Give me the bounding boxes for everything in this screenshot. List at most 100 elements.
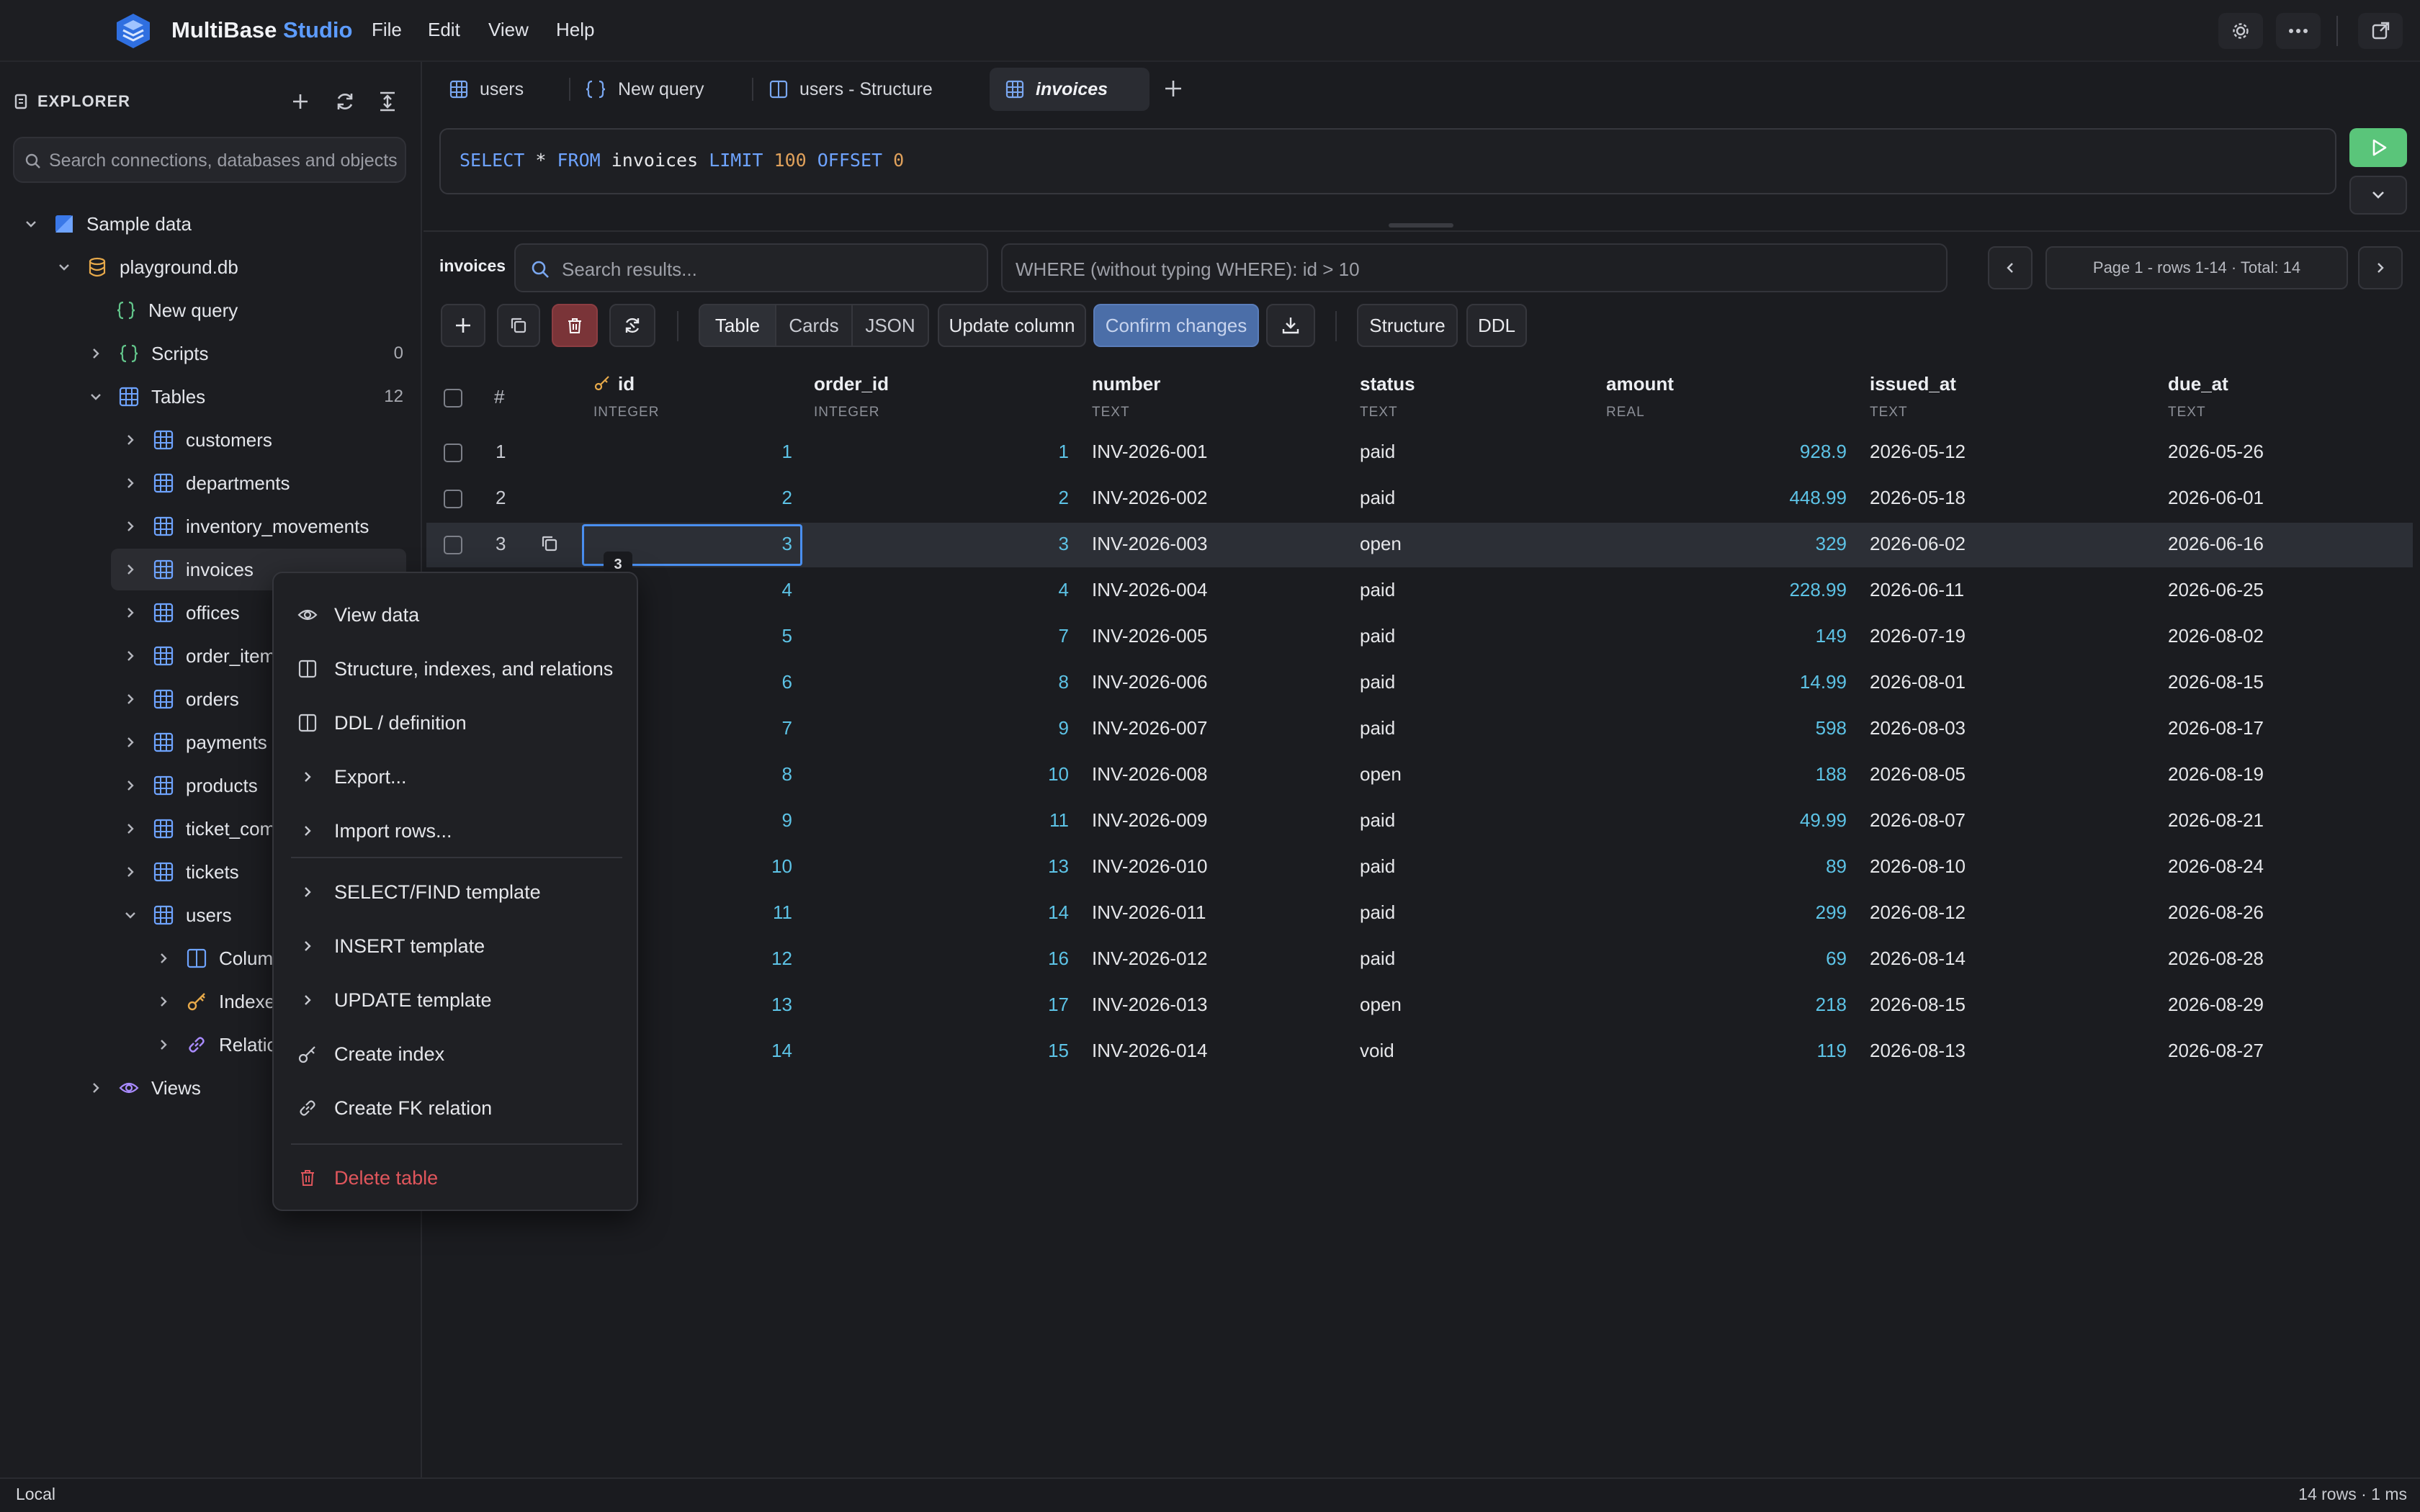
- cell-order-id[interactable]: 4: [853, 579, 1069, 601]
- tree-row-database[interactable]: playground.db: [56, 246, 403, 288]
- cell-due-at[interactable]: 2026-08-27: [2168, 1040, 2264, 1062]
- cell-number[interactable]: INV-2026-010: [1092, 855, 1207, 878]
- cell-issued-at[interactable]: 2026-07-19: [1870, 625, 1966, 647]
- cell-order-id[interactable]: 16: [853, 948, 1069, 970]
- cell-order-id[interactable]: 11: [853, 809, 1069, 832]
- delete-row-button[interactable]: [552, 304, 598, 347]
- run-options-button[interactable]: [2349, 176, 2407, 215]
- panel-resize-handle[interactable]: [1389, 223, 1453, 228]
- tree-row-customers[interactable]: customers: [122, 419, 403, 461]
- ctx-create-index[interactable]: Create index: [297, 1032, 444, 1076]
- cell-issued-at[interactable]: 2026-08-13: [1870, 1040, 1966, 1062]
- tree-row-tables[interactable]: Tables 12: [88, 376, 403, 418]
- column-header-number[interactable]: number: [1092, 373, 1160, 395]
- cell-due-at[interactable]: 2026-08-17: [2168, 717, 2264, 739]
- settings-button[interactable]: [2218, 13, 2263, 49]
- cell-order-id[interactable]: 2: [853, 487, 1069, 509]
- new-tab-button[interactable]: [1162, 78, 1184, 99]
- tree-row-connection[interactable]: Sample data: [23, 203, 403, 245]
- update-column-button[interactable]: Update column: [938, 304, 1086, 347]
- reload-data-button[interactable]: [609, 304, 655, 347]
- add-row-button[interactable]: [441, 304, 485, 347]
- cell-status[interactable]: paid: [1360, 487, 1395, 509]
- cell-amount[interactable]: 69: [1631, 948, 1847, 970]
- tab-new-query[interactable]: New query: [569, 68, 720, 111]
- row-checkbox[interactable]: [444, 536, 462, 554]
- cell-status[interactable]: paid: [1360, 579, 1395, 601]
- cell-status[interactable]: paid: [1360, 625, 1395, 647]
- collapse-all-button[interactable]: [377, 91, 398, 112]
- cell-due-at[interactable]: 2026-08-28: [2168, 948, 2264, 970]
- cell-number[interactable]: INV-2026-007: [1092, 717, 1207, 739]
- cell-due-at[interactable]: 2026-08-02: [2168, 625, 2264, 647]
- tree-row-scripts[interactable]: Scripts 0: [88, 333, 403, 374]
- menu-file[interactable]: File: [372, 19, 402, 41]
- cell-issued-at[interactable]: 2026-08-07: [1870, 809, 1966, 832]
- cell-amount[interactable]: 188: [1631, 763, 1847, 786]
- ctx-structure-indexes-and-relations[interactable]: Structure, indexes, and relations: [297, 647, 613, 690]
- cell-amount[interactable]: 228.99: [1631, 579, 1847, 601]
- confirm-changes-button[interactable]: Confirm changes: [1093, 304, 1259, 347]
- cell-order-id[interactable]: 1: [853, 441, 1069, 463]
- cell-issued-at[interactable]: 2026-06-02: [1870, 533, 1966, 555]
- structure-button[interactable]: Structure: [1357, 304, 1458, 347]
- cell-order-id[interactable]: 3: [853, 533, 1069, 555]
- refresh-button[interactable]: [334, 91, 356, 112]
- cell-status[interactable]: paid: [1360, 809, 1395, 832]
- sidebar-search-input[interactable]: Search connections, databases and object…: [13, 137, 406, 183]
- cell-amount[interactable]: 89: [1631, 855, 1847, 878]
- where-filter-input[interactable]: WHERE (without typing WHERE): id > 10: [1001, 243, 1948, 292]
- ctx-view-data[interactable]: View data: [297, 593, 419, 636]
- cell-status[interactable]: paid: [1360, 855, 1395, 878]
- menu-view[interactable]: View: [488, 19, 529, 41]
- view-json-button[interactable]: JSON: [853, 305, 928, 346]
- cell-amount[interactable]: 149: [1631, 625, 1847, 647]
- cell-order-id[interactable]: 15: [853, 1040, 1069, 1062]
- cell-number[interactable]: INV-2026-013: [1092, 994, 1207, 1016]
- tab-invoices[interactable]: invoices: [990, 68, 1150, 111]
- cell-amount[interactable]: 218: [1631, 994, 1847, 1016]
- cell-amount[interactable]: 928.9: [1631, 441, 1847, 463]
- column-header-amount[interactable]: amount: [1606, 373, 1674, 395]
- cell-number[interactable]: INV-2026-001: [1092, 441, 1207, 463]
- cell-status[interactable]: open: [1360, 763, 1402, 786]
- column-header-status[interactable]: status: [1360, 373, 1415, 395]
- cell-issued-at[interactable]: 2026-08-01: [1870, 671, 1966, 693]
- select-all-checkbox[interactable]: [444, 389, 462, 408]
- tree-row-departments[interactable]: departments: [122, 462, 403, 504]
- run-query-button[interactable]: [2349, 128, 2407, 167]
- cell-order-id[interactable]: 17: [853, 994, 1069, 1016]
- column-header-issued-at[interactable]: issued_at: [1870, 373, 1956, 395]
- cell-amount[interactable]: 299: [1631, 901, 1847, 924]
- cell-number[interactable]: INV-2026-008: [1092, 763, 1207, 786]
- download-button[interactable]: [1266, 304, 1315, 347]
- cell-due-at[interactable]: 2026-08-26: [2168, 901, 2264, 924]
- next-page-button[interactable]: [2358, 246, 2403, 289]
- duplicate-row-button[interactable]: [497, 304, 540, 347]
- cell-order-id[interactable]: 8: [853, 671, 1069, 693]
- cell-amount[interactable]: 119: [1631, 1040, 1847, 1062]
- row-checkbox[interactable]: [444, 490, 462, 508]
- cell-order-id[interactable]: 7: [853, 625, 1069, 647]
- tree-row-inventory-movements[interactable]: inventory_movements: [122, 505, 403, 547]
- ctx-export[interactable]: Export...: [297, 755, 407, 798]
- cell-issued-at[interactable]: 2026-08-15: [1870, 994, 1966, 1016]
- cell-due-at[interactable]: 2026-08-15: [2168, 671, 2264, 693]
- cell-status[interactable]: paid: [1360, 901, 1395, 924]
- ctx-import-rows[interactable]: Import rows...: [297, 809, 452, 852]
- cell-issued-at[interactable]: 2026-08-14: [1870, 948, 1966, 970]
- cell-amount[interactable]: 329: [1631, 533, 1847, 555]
- cell-number[interactable]: INV-2026-003: [1092, 533, 1207, 555]
- cell-due-at[interactable]: 2026-06-01: [2168, 487, 2264, 509]
- cell-due-at[interactable]: 2026-06-25: [2168, 579, 2264, 601]
- cell-id[interactable]: 1: [576, 441, 792, 463]
- cell-issued-at[interactable]: 2026-05-18: [1870, 487, 1966, 509]
- column-header-order-id[interactable]: order_id: [814, 373, 889, 395]
- cell-due-at[interactable]: 2026-06-16: [2168, 533, 2264, 555]
- cell-issued-at[interactable]: 2026-06-11: [1870, 579, 1964, 601]
- cell-due-at[interactable]: 2026-08-19: [2168, 763, 2264, 786]
- cell-amount[interactable]: 49.99: [1631, 809, 1847, 832]
- prev-page-button[interactable]: [1988, 246, 2033, 289]
- cell-amount[interactable]: 14.99: [1631, 671, 1847, 693]
- cell-issued-at[interactable]: 2026-05-12: [1870, 441, 1966, 463]
